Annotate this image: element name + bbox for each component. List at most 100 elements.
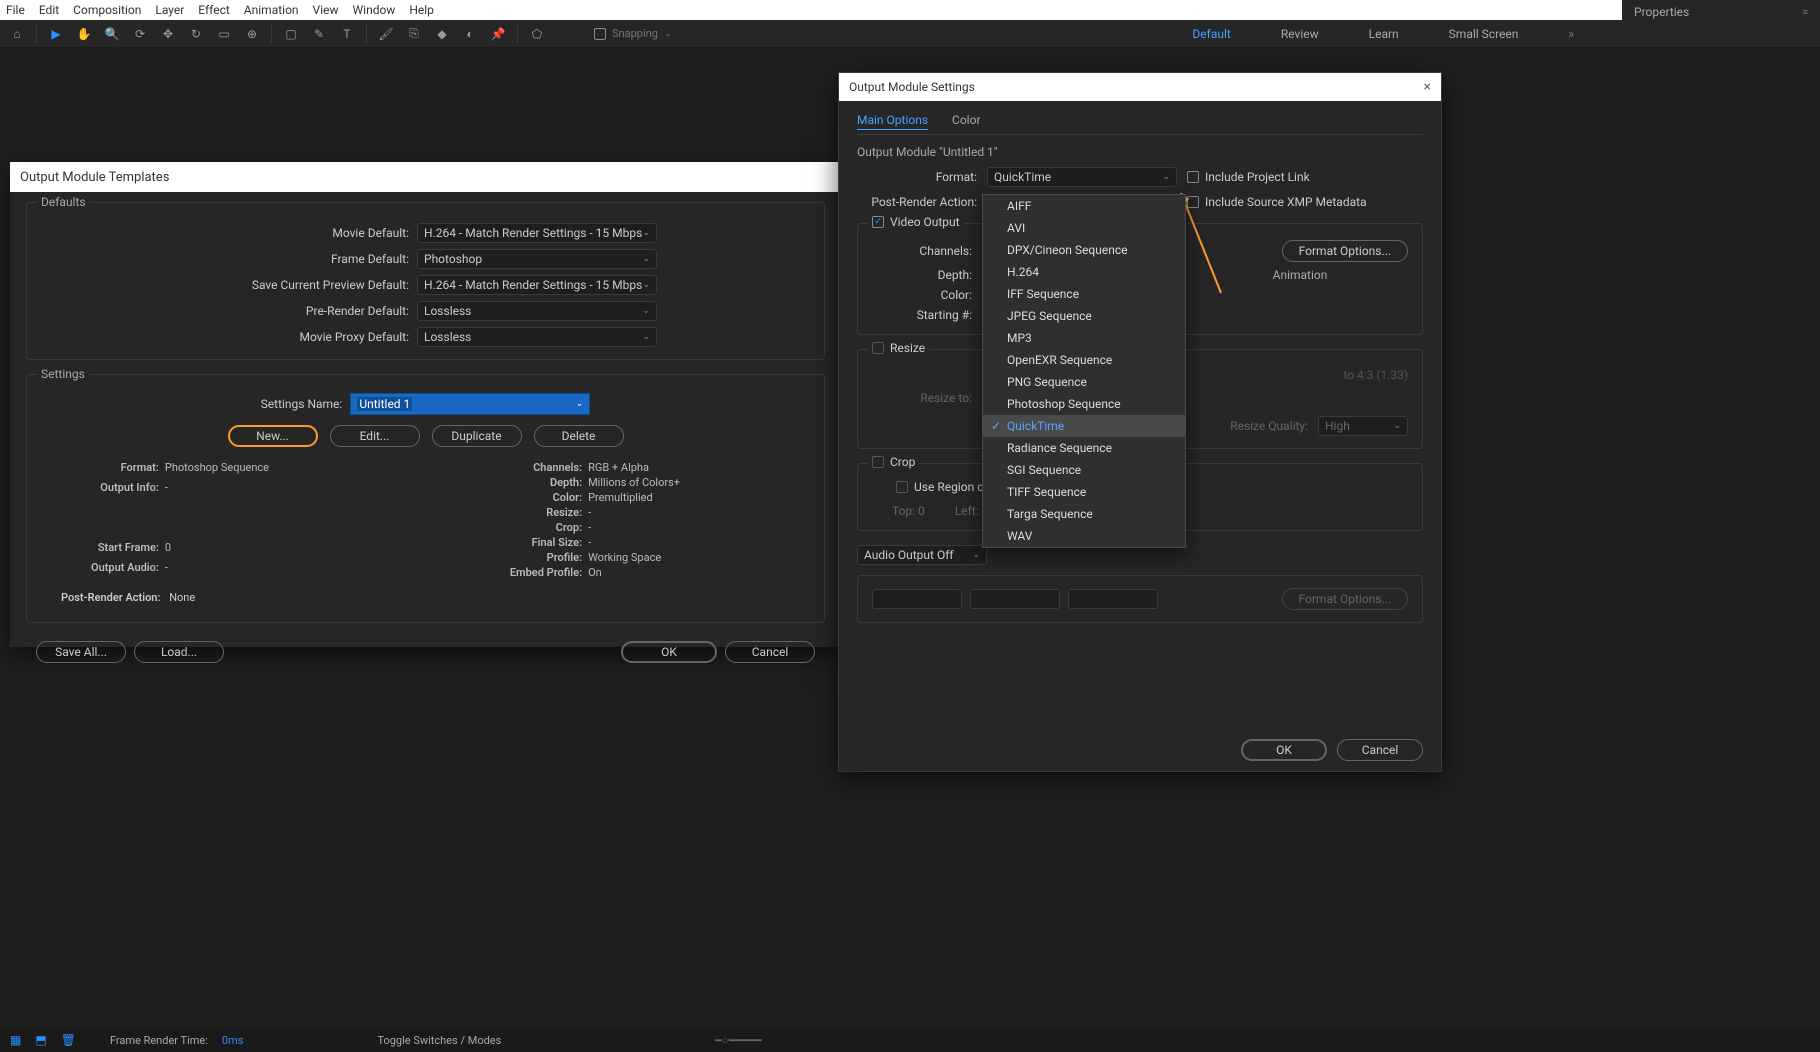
dd-item-openexr[interactable]: OpenEXR Sequence — [983, 349, 1185, 371]
prerender-default-select[interactable]: Lossless⌄ — [417, 301, 657, 321]
menu-animation[interactable]: Animation — [244, 3, 299, 17]
dialog-titlebar[interactable]: Output Module Templates — [10, 162, 841, 192]
status-icon-3[interactable]: 🗑 — [61, 1033, 76, 1047]
dd-item-jpeg[interactable]: JPEG Sequence — [983, 305, 1185, 327]
brush-tool-icon[interactable]: 🖌 — [375, 23, 397, 45]
preview-default-select[interactable]: H.264 - Match Render Settings - 15 Mbps⌄ — [417, 275, 657, 295]
dd-item-photoshop[interactable]: Photoshop Sequence — [983, 393, 1185, 415]
dd-item-quicktime[interactable]: QuickTime — [983, 415, 1185, 437]
crop-checkbox[interactable] — [872, 456, 884, 468]
zoom-tool-icon[interactable]: 🔍 — [101, 23, 123, 45]
ok-button[interactable]: OK — [621, 641, 717, 663]
dd-item-h264[interactable]: H.264 — [983, 261, 1185, 283]
oms-titlebar[interactable]: Output Module Settings × — [839, 73, 1441, 101]
menu-composition[interactable]: Composition — [73, 3, 141, 17]
video-output-label: Video Output — [890, 215, 960, 229]
dd-item-aiff[interactable]: AIFF — [983, 195, 1185, 217]
snapping-toggle[interactable]: Snapping ⌄ — [594, 27, 671, 40]
tab-main-options[interactable]: Main Options — [857, 113, 928, 130]
dd-item-avi[interactable]: AVI — [983, 217, 1185, 239]
panel-properties[interactable]: Properties ≡ — [1622, 0, 1820, 24]
frame-render-label: Frame Render Time: — [110, 1034, 208, 1047]
settings-label: Settings — [37, 367, 89, 381]
close-icon[interactable]: × — [1424, 79, 1431, 95]
save-all-button[interactable]: Save All... — [36, 641, 126, 663]
menu-file[interactable]: File — [6, 3, 25, 17]
workspace-learn[interactable]: Learn — [1369, 27, 1399, 41]
dd-item-dpx[interactable]: DPX/Cineon Sequence — [983, 239, 1185, 261]
eraser-tool-icon[interactable]: ◆ — [431, 23, 453, 45]
audio-format-options-button: Format Options... — [1282, 588, 1408, 610]
rotation-tool-icon[interactable]: ↻ — [185, 23, 207, 45]
toggle-switches-button[interactable]: Toggle Switches / Modes — [377, 1034, 501, 1047]
preview-default-label: Save Current Preview Default: — [39, 278, 409, 292]
load-button[interactable]: Load... — [134, 641, 224, 663]
status-icon-2[interactable]: ⬒ — [35, 1033, 46, 1047]
proxy-default-select[interactable]: Lossless⌄ — [417, 327, 657, 347]
dd-item-sgi[interactable]: SGI Sequence — [983, 459, 1185, 481]
new-button[interactable]: New... — [228, 425, 318, 447]
menu-effect[interactable]: Effect — [198, 3, 230, 17]
post-render-value: None — [169, 591, 195, 604]
dd-item-targa[interactable]: Targa Sequence — [983, 503, 1185, 525]
menu-layer[interactable]: Layer — [155, 3, 184, 17]
workspace-small-screen[interactable]: Small Screen — [1449, 27, 1519, 41]
menu-edit[interactable]: Edit — [39, 3, 59, 17]
snapping-label: Snapping — [612, 27, 658, 40]
include-project-link[interactable]: Include Project Link — [1187, 170, 1423, 184]
settings-name-input[interactable]: Untitled 1⌄ — [350, 393, 590, 415]
dd-item-png[interactable]: PNG Sequence — [983, 371, 1185, 393]
oms-ok-button[interactable]: OK — [1241, 739, 1327, 761]
resize-quality-label: Resize Quality: — [1230, 419, 1308, 433]
format-options-button[interactable]: Format Options... — [1282, 240, 1408, 262]
defaults-label: Defaults — [37, 195, 90, 209]
status-icon-1[interactable]: ▦ — [10, 1033, 21, 1047]
tab-color[interactable]: Color — [952, 113, 980, 130]
dd-item-iff[interactable]: IFF Sequence — [983, 283, 1185, 305]
roto-tool-icon[interactable]: ◐ — [459, 23, 481, 45]
menu-window[interactable]: Window — [353, 3, 396, 17]
snapping-checkbox[interactable] — [594, 28, 606, 40]
rectangle-tool-icon[interactable]: ▢ — [280, 23, 302, 45]
orbit-tool-icon[interactable]: ⟳ — [129, 23, 151, 45]
format-select[interactable]: QuickTime⌄ — [987, 167, 1177, 187]
settings-name-label: Settings Name: — [261, 397, 343, 411]
dd-item-mp3[interactable]: MP3 — [983, 327, 1185, 349]
menu-help[interactable]: Help — [409, 3, 434, 17]
post-render-action-label: Post-Render Action: — [857, 195, 977, 209]
movie-default-select[interactable]: H.264 - Match Render Settings - 15 Mbps⌄ — [417, 223, 657, 243]
workspace-review[interactable]: Review — [1281, 27, 1319, 41]
dd-item-wav[interactable]: WAV — [983, 525, 1185, 547]
pen-tool-icon[interactable]: ✎ — [308, 23, 330, 45]
proxy-default-label: Movie Proxy Default: — [39, 330, 409, 344]
hand-tool-icon[interactable]: ✋ — [73, 23, 95, 45]
clone-tool-icon[interactable]: ⎘ — [403, 23, 425, 45]
workspace-switcher: Default Review Learn Small Screen » — [1192, 27, 1814, 41]
include-source-xmp[interactable]: Include Source XMP Metadata — [1187, 195, 1423, 209]
audio-output-select[interactable]: Audio Output Off⌄ — [857, 545, 987, 565]
dd-item-radiance[interactable]: Radiance Sequence — [983, 437, 1185, 459]
pan-tool-icon[interactable]: ✥ — [157, 23, 179, 45]
camera-tool-icon[interactable]: ▭ — [213, 23, 235, 45]
resize-label: Resize — [890, 341, 925, 355]
workspace-default[interactable]: Default — [1192, 27, 1230, 41]
frame-default-select[interactable]: Photoshop⌄ — [417, 249, 657, 269]
video-output-checkbox[interactable]: ✓ — [872, 216, 884, 228]
workspace-overflow-icon[interactable]: » — [1568, 27, 1574, 41]
dd-item-tiff[interactable]: TIFF Sequence — [983, 481, 1185, 503]
3d-tool-icon[interactable]: ⬠ — [526, 23, 548, 45]
statusbar: ▦ ⬒ 🗑 Frame Render Time: 0ms Toggle Swit… — [0, 1028, 1820, 1052]
selection-tool-icon[interactable]: ▶ — [45, 23, 67, 45]
resize-checkbox[interactable] — [872, 342, 884, 354]
type-tool-icon[interactable]: T — [336, 23, 358, 45]
oms-cancel-button[interactable]: Cancel — [1337, 739, 1423, 761]
menu-view[interactable]: View — [313, 3, 339, 17]
puppet-tool-icon[interactable]: 📌 — [487, 23, 509, 45]
home-icon[interactable]: ⌂ — [6, 23, 28, 45]
edit-button[interactable]: Edit... — [330, 425, 420, 447]
delete-button[interactable]: Delete — [534, 425, 624, 447]
duplicate-button[interactable]: Duplicate — [432, 425, 522, 447]
post-render-label: Post-Render Action: — [61, 591, 160, 604]
anchor-tool-icon[interactable]: ⊕ — [241, 23, 263, 45]
cancel-button[interactable]: Cancel — [725, 641, 815, 663]
